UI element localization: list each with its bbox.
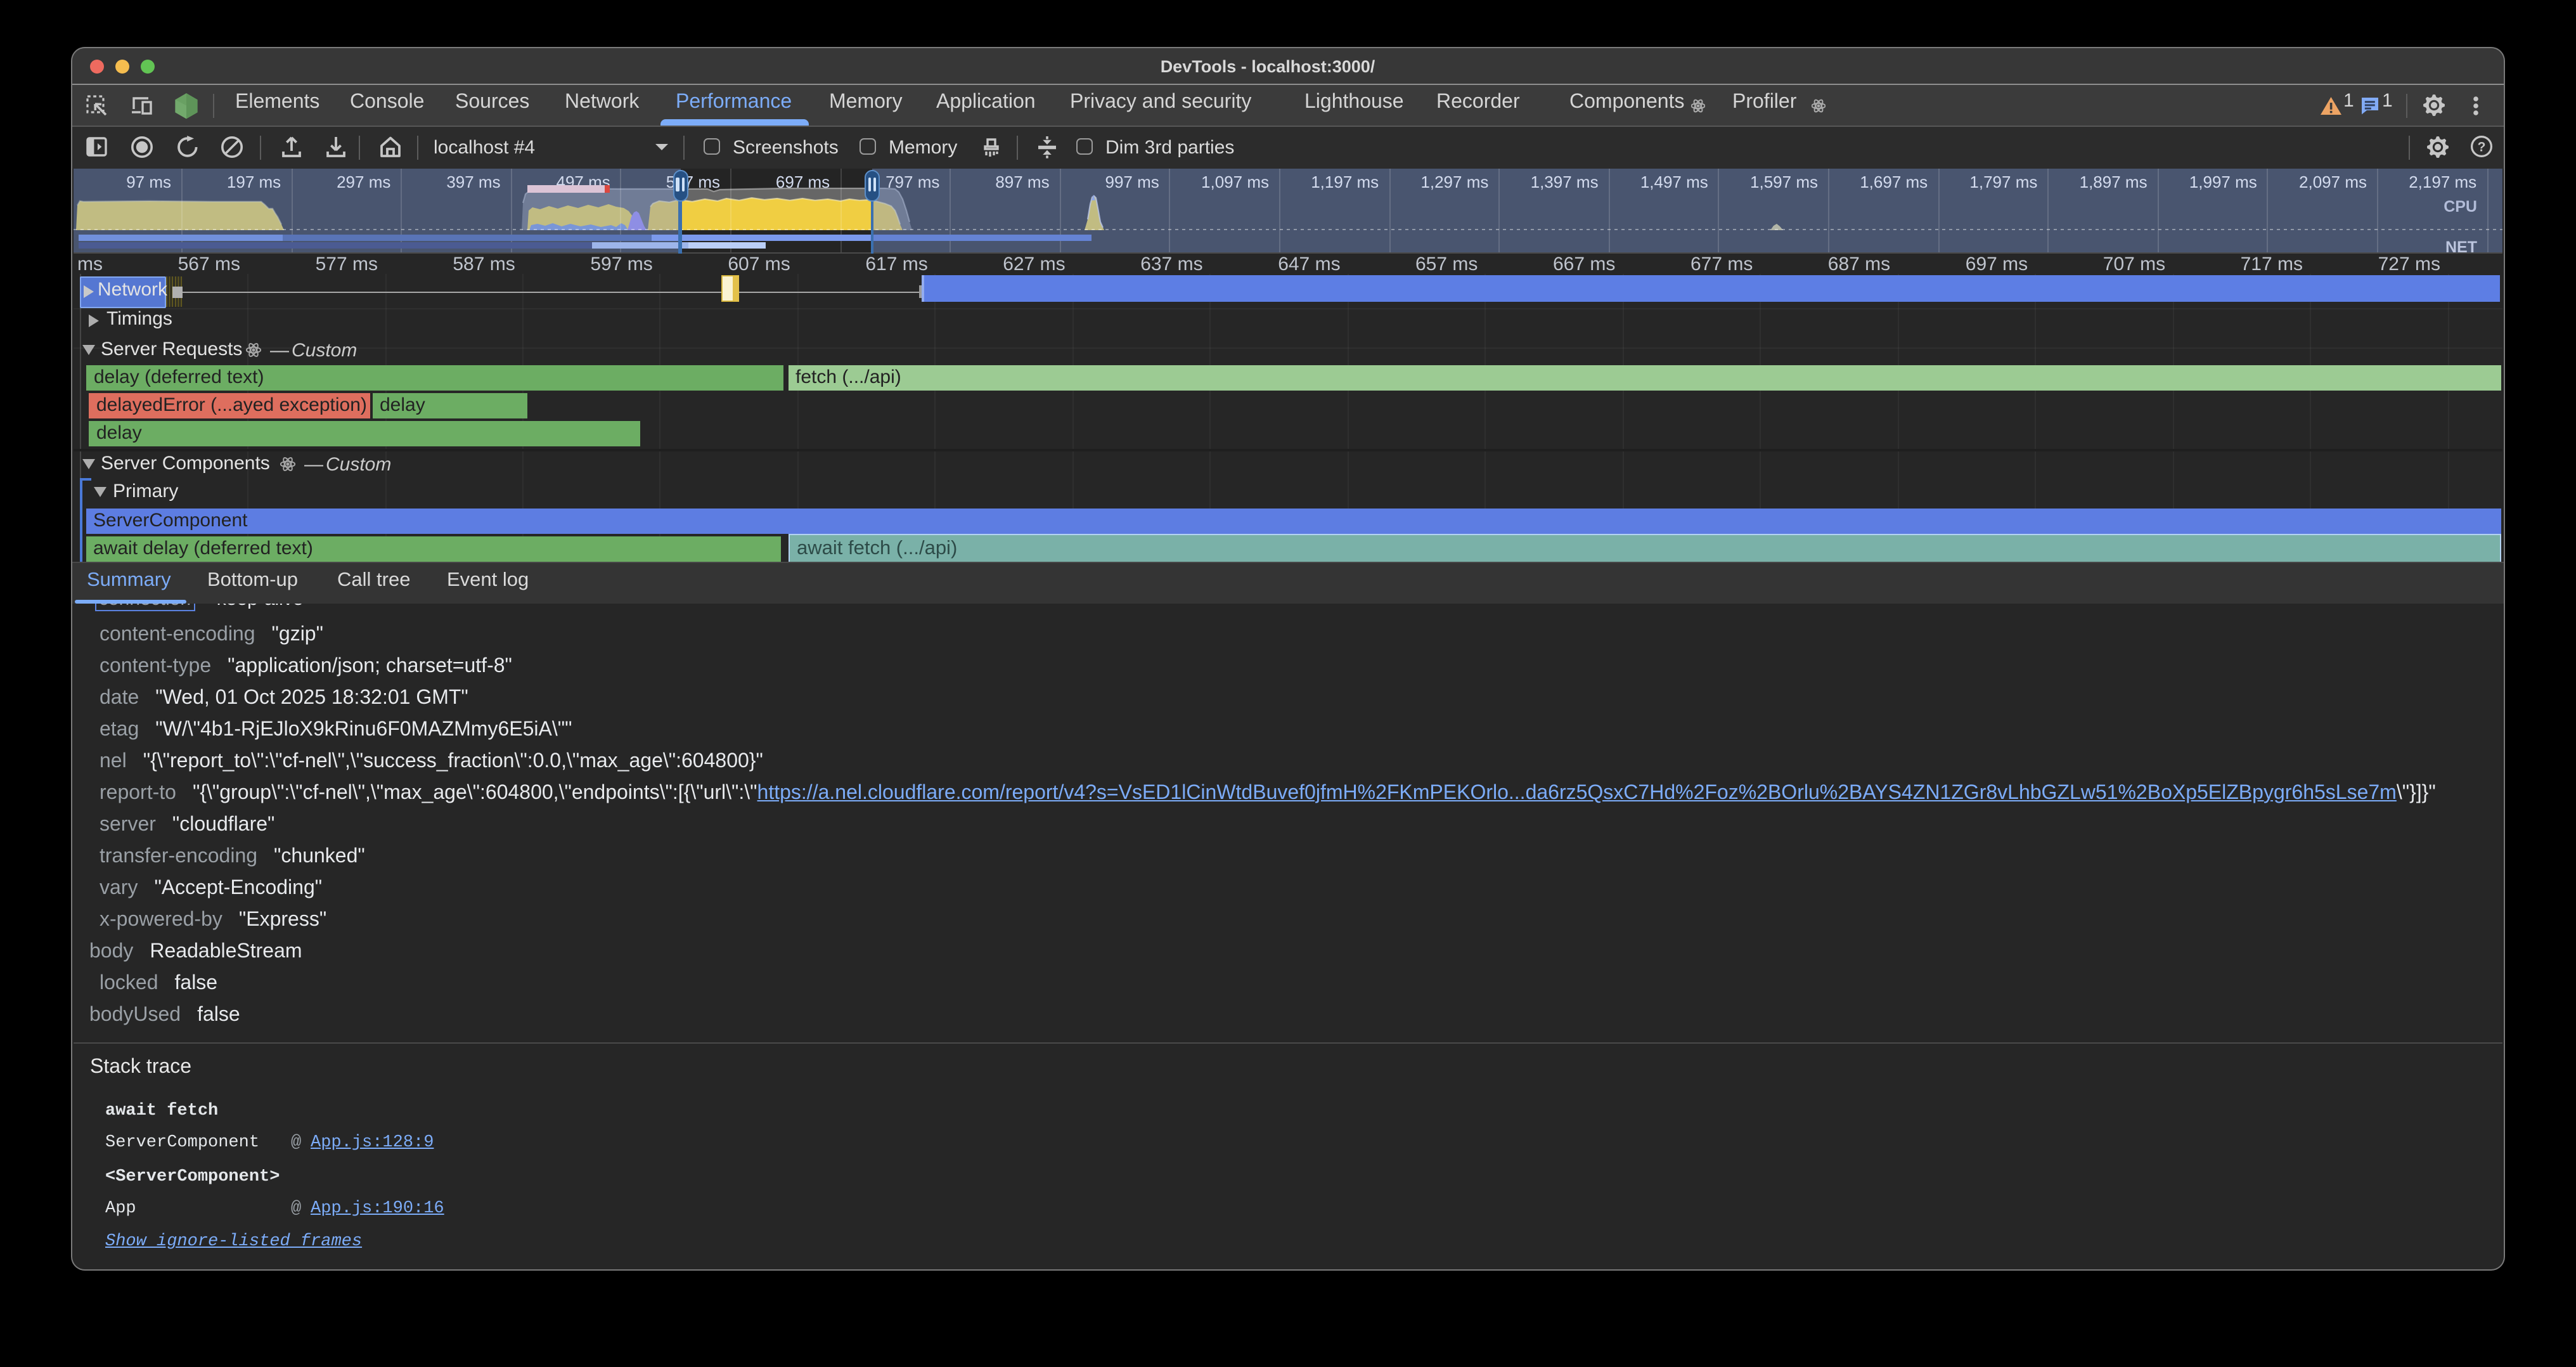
svg-text:?: ?	[2478, 139, 2486, 154]
